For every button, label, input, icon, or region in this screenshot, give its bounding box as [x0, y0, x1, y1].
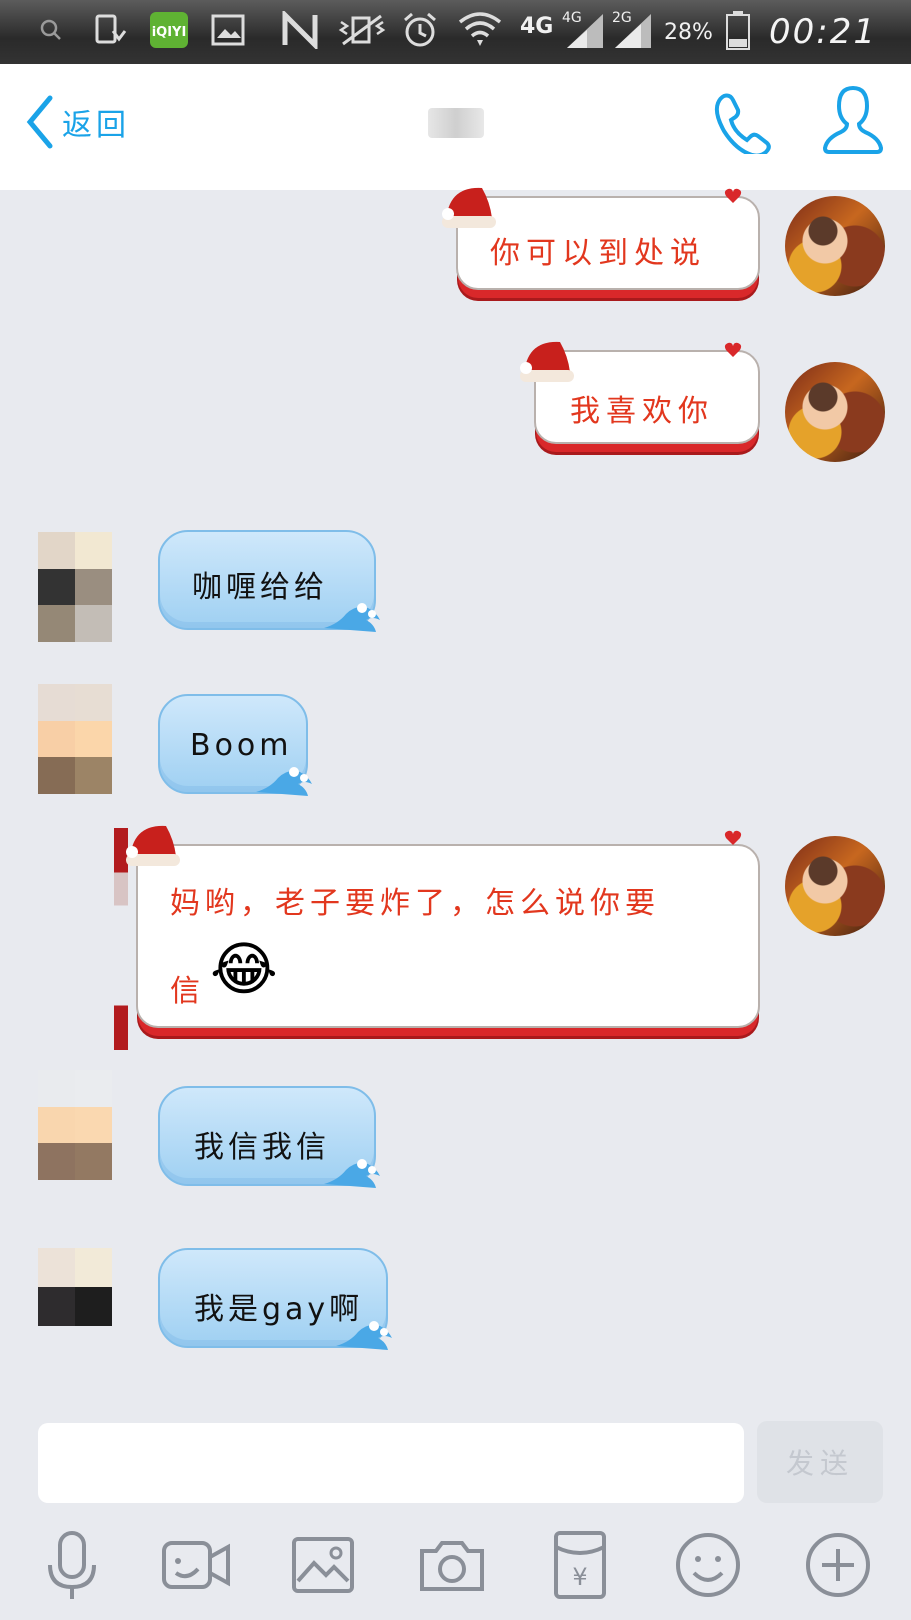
my-avatar[interactable] [785, 196, 885, 296]
heart-icon [724, 830, 742, 845]
contact-name-redacted [0, 108, 911, 146]
my-avatar[interactable] [785, 362, 885, 462]
more-button[interactable] [802, 1529, 874, 1601]
laughing-emoji-icon: 😂 [210, 935, 278, 1003]
composer: 发送 ¥ [0, 1405, 911, 1620]
message-bubble-sent[interactable]: 我喜欢你 [516, 341, 768, 464]
search-icon [36, 12, 66, 48]
red-packet-button[interactable]: ¥ [544, 1529, 616, 1601]
video-icon [162, 1541, 230, 1589]
my-avatar[interactable] [785, 836, 885, 936]
wave-decoration-icon [256, 767, 312, 796]
person-icon [822, 85, 884, 154]
camera-icon [420, 1541, 484, 1591]
message-text: Boom [190, 728, 293, 763]
message-bubble-received[interactable]: 我信我信 [158, 1086, 380, 1188]
contact-profile-button[interactable] [822, 84, 884, 160]
heart-icon [724, 342, 742, 357]
gallery-icon [210, 12, 246, 48]
vibrate-off-icon [336, 12, 388, 48]
contact-avatar[interactable] [38, 1070, 112, 1180]
signal-icon [562, 12, 606, 48]
clock: 00:21 [769, 12, 877, 52]
santa-hat-icon [442, 187, 496, 228]
santa-hat-icon [520, 341, 574, 382]
message-text: 我信我信 [194, 1130, 330, 1165]
wave-decoration-icon [324, 1159, 380, 1188]
message-bubble-sent[interactable]: 你可以到处说 [438, 187, 768, 310]
contact-avatar[interactable] [38, 532, 112, 642]
camera-button[interactable] [416, 1529, 488, 1601]
santa-hat-icon [126, 825, 180, 866]
message-bubble-received[interactable]: 我是gay啊 [158, 1248, 392, 1350]
message-bubble-received[interactable]: 咖喱给给 [158, 530, 380, 632]
iqiyi-icon: iQIYI [148, 12, 190, 48]
wave-decoration-icon [324, 603, 380, 632]
image-icon [292, 1537, 354, 1593]
red-packet-icon: ¥ [554, 1531, 606, 1599]
signal-2g-icon [610, 12, 654, 48]
contact-avatar[interactable] [38, 1248, 112, 1326]
network-4g-label: 4G [520, 14, 554, 39]
phone-icon [714, 93, 771, 158]
message-text: 咖喱给给 [192, 570, 328, 605]
send-button[interactable]: 发送 [757, 1421, 883, 1503]
message-bubble-received[interactable]: Boom [158, 694, 312, 796]
message-text-line2: 信 [170, 974, 206, 1009]
message-input[interactable] [38, 1423, 744, 1503]
message-bubble-sent[interactable]: 妈哟，老子要炸了，怎么说你要 信 😂 [114, 825, 768, 1050]
nfc-icon [280, 11, 320, 49]
microphone-icon [48, 1531, 96, 1599]
heart-icon [724, 188, 742, 203]
svg-text:iQIYI: iQIYI [152, 25, 187, 40]
voice-button[interactable] [36, 1529, 108, 1601]
contact-avatar[interactable] [38, 684, 112, 794]
video-call-button[interactable] [160, 1529, 232, 1601]
wave-decoration-icon [336, 1321, 392, 1350]
message-text: 妈哟，老子要炸了，怎么说你要 [170, 886, 660, 921]
emoji-button[interactable] [672, 1529, 744, 1601]
battery-percent: 28% [664, 20, 713, 45]
download-icon [92, 12, 128, 48]
call-button[interactable] [710, 90, 772, 158]
svg-text:¥: ¥ [572, 1563, 587, 1591]
message-list[interactable]: 你可以到处说 我喜欢你 咖喱给给 Boom 妈哟，老子要炸了，怎么说你要 信 😂 [0, 187, 911, 1405]
wifi-icon [456, 12, 504, 48]
alarm-icon [400, 12, 440, 48]
message-text: 你可以到处说 [490, 236, 706, 271]
battery-icon [724, 11, 752, 50]
message-text: 我喜欢你 [570, 394, 714, 429]
chat-header: 返回 [0, 64, 911, 190]
plus-icon [806, 1533, 870, 1597]
photo-button[interactable] [288, 1529, 360, 1601]
status-bar: iQIYI 4G 4G 2G 28% 00:21 [0, 0, 911, 64]
emoji-icon [676, 1533, 740, 1597]
